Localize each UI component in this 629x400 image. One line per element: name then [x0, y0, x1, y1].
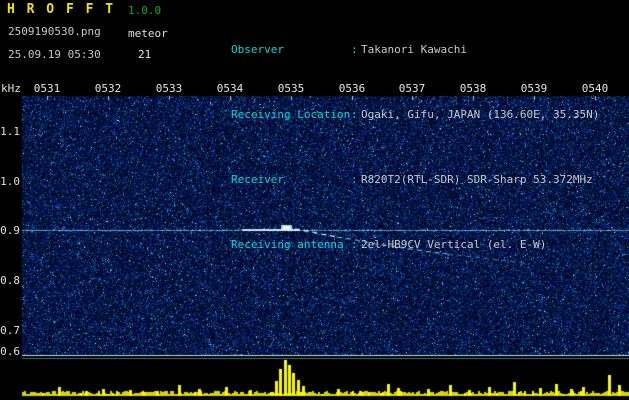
freq-tick-label: 1.1	[0, 125, 20, 138]
freq-tick-label: 0.6	[0, 345, 20, 358]
hrofft-window: H R O F F T 1.0.0 2509190530.png meteor …	[0, 0, 629, 400]
freq-tick-label: 0.9	[0, 224, 20, 237]
info-value: R820T2(RTL-SDR) SDR-Sharp 53.372MHz	[361, 173, 593, 186]
info-row-location: Receiving Location:Ogaki, Gifu, JAPAN (1…	[178, 95, 628, 134]
freq-unit-label: kHz	[1, 82, 21, 95]
app-version: 1.0.0	[128, 4, 161, 17]
time-tick-label: 0536	[337, 82, 367, 95]
info-label: Receiver	[231, 173, 351, 186]
time-tick-label: 0539	[519, 82, 549, 95]
info-colon: :	[351, 238, 361, 251]
echo-count: 21	[138, 48, 151, 61]
info-row-antenna: Receiving antenna:2el-HB9CV Vertical (el…	[178, 225, 628, 264]
header: H R O F F T 1.0.0 2509190530.png meteor …	[0, 0, 629, 78]
info-colon: :	[351, 108, 361, 121]
info-value: Ogaki, Gifu, JAPAN (136.60E, 35.35N)	[361, 108, 599, 121]
info-row-receiver: Receiver:R820T2(RTL-SDR) SDR-Sharp 53.37…	[178, 160, 628, 199]
info-value: Takanori Kawachi	[361, 43, 467, 56]
station-info: Observer:Takanori Kawachi Receiving Loca…	[178, 4, 628, 290]
time-tick-label: 0535	[276, 82, 306, 95]
frequency-axis: kHz 1.1 1.0 0.9 0.8 0.7 0.6	[0, 0, 39, 171]
info-value: 2el-HB9CV Vertical (el. E-W)	[361, 238, 546, 251]
mode-label: meteor	[128, 27, 168, 40]
freq-tick-label: 0.7	[0, 324, 20, 337]
info-colon: :	[351, 43, 361, 56]
time-tick-label: 0538	[458, 82, 488, 95]
time-tick-label: 0537	[397, 82, 427, 95]
time-tick-label: 0540	[580, 82, 610, 95]
time-tick-label: 0534	[215, 82, 245, 95]
info-label: Observer	[231, 43, 351, 56]
info-label: Receiving Location	[231, 108, 351, 121]
info-colon: :	[351, 173, 361, 186]
info-row-observer: Observer:Takanori Kawachi	[178, 30, 628, 69]
info-label: Receiving antenna	[231, 238, 351, 251]
freq-tick-label: 1.0	[0, 175, 20, 188]
freq-tick-label: 0.8	[0, 274, 20, 287]
time-tick-label: 0533	[154, 82, 184, 95]
time-tick-label: 0532	[93, 82, 123, 95]
